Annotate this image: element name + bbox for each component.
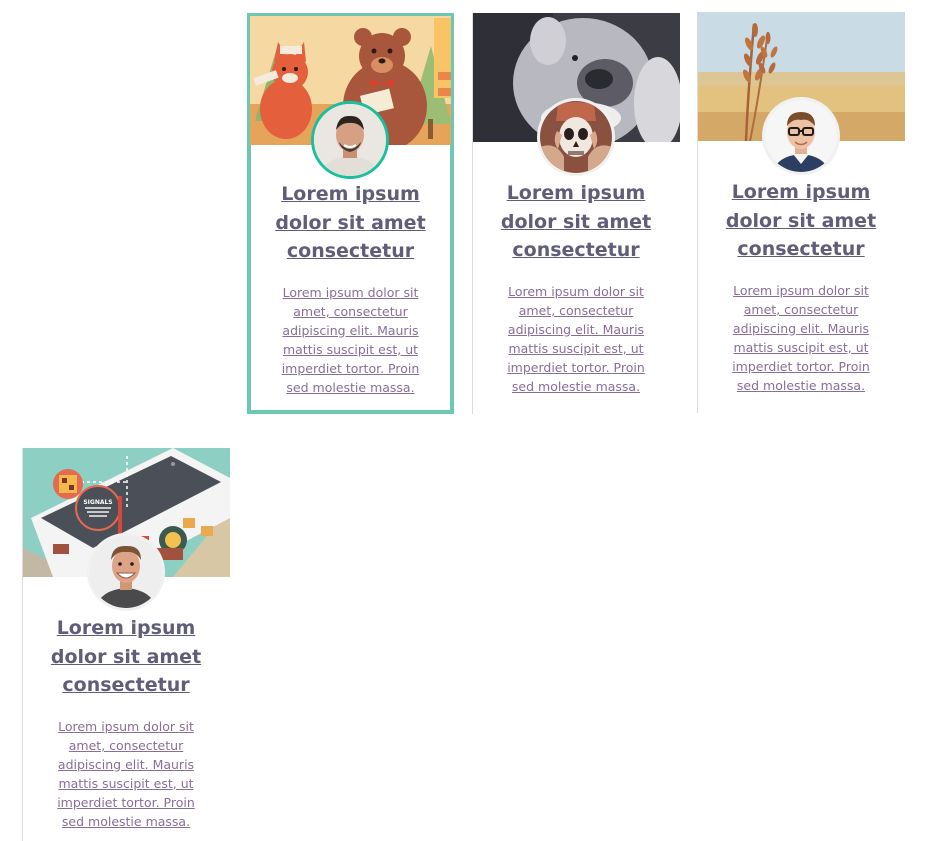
- card-title[interactable]: Lorem ipsum dolor sit amet consectetur: [261, 180, 440, 266]
- card-description[interactable]: Lorem ipsum dolor sit amet, consectetur …: [273, 284, 428, 397]
- signals-label: SIGNALS: [83, 499, 112, 506]
- card-title[interactable]: Lorem ipsum dolor sit amet consectetur: [712, 178, 890, 264]
- profile-card-1[interactable]: Lorem ipsum dolor sit amet consectetur L…: [247, 13, 454, 414]
- card-description[interactable]: Lorem ipsum dolor sit amet, consectetur …: [499, 283, 653, 396]
- card-title[interactable]: Lorem ipsum dolor sit amet consectetur: [37, 614, 215, 700]
- profile-card-4[interactable]: SIGNALS Lorem ipsum dolor sit amet conse…: [22, 448, 230, 841]
- smiling-man-avatar: [87, 533, 165, 611]
- man-glasses-avatar: [762, 97, 840, 175]
- profile-card-3[interactable]: Lorem ipsum dolor sit amet consectetur L…: [697, 12, 905, 413]
- card-description[interactable]: Lorem ipsum dolor sit amet, consectetur …: [724, 282, 878, 395]
- profile-card-2[interactable]: Lorem ipsum dolor sit amet consectetur L…: [472, 13, 680, 414]
- card-title[interactable]: Lorem ipsum dolor sit amet consectetur: [487, 179, 665, 265]
- man-portrait-avatar: [311, 101, 389, 179]
- card-description[interactable]: Lorem ipsum dolor sit amet, consectetur …: [49, 718, 203, 831]
- skull-mask-avatar: [537, 98, 615, 176]
